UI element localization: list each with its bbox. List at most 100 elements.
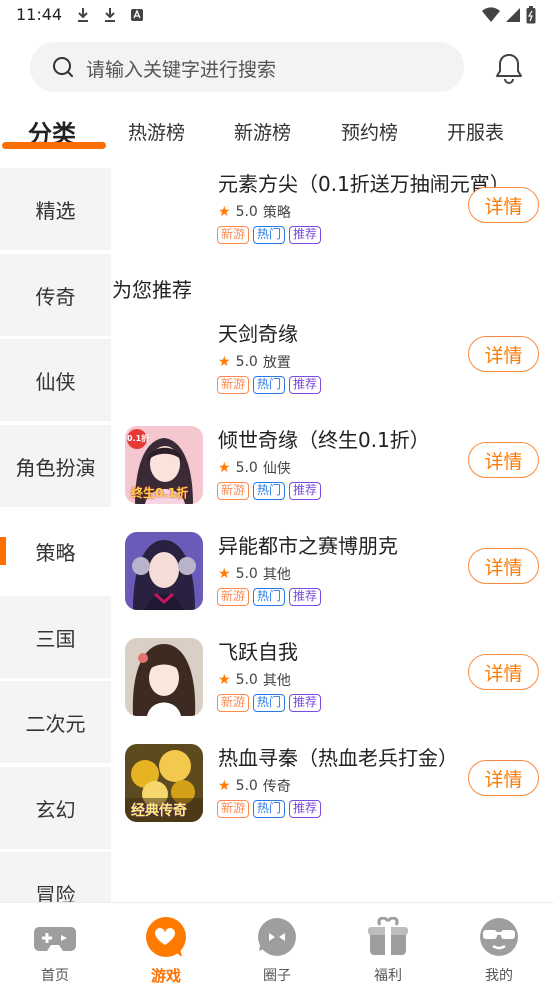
game-name: 热血寻秦（热血老兵打金） bbox=[218, 746, 458, 770]
top-tabs: 分类 热游榜 新游榜 预约榜 开服表 bbox=[0, 108, 554, 158]
tab-reservation[interactable]: 预约榜 bbox=[341, 118, 398, 145]
star-icon: ★ bbox=[218, 672, 231, 688]
game-name: 倾世奇缘（终生0.1折） bbox=[218, 428, 430, 452]
nav-mine[interactable]: 我的 bbox=[459, 913, 539, 984]
profile-glasses-icon bbox=[480, 918, 518, 956]
game-meta: ★ 5.0 放置 bbox=[218, 352, 291, 372]
tag-recommend: 推荐 bbox=[289, 800, 322, 818]
detail-button[interactable]: 详情 bbox=[468, 336, 539, 372]
tag-recommend: 推荐 bbox=[289, 376, 322, 394]
tag-new: 新游 bbox=[217, 694, 250, 712]
category-item-anime[interactable]: 二次元 bbox=[0, 681, 111, 763]
category-item-legend[interactable]: 传奇 bbox=[0, 254, 111, 336]
detail-button[interactable]: 详情 bbox=[468, 442, 539, 478]
game-rating: 5.0 bbox=[235, 354, 258, 370]
detail-button[interactable]: 详情 bbox=[468, 760, 539, 796]
bottom-nav: 首页 游戏 圈子 福利 我的 bbox=[0, 902, 554, 984]
game-list-item[interactable]: 0.1折 终生0.1折 倾世奇缘（终生0.1折） ★ 5.0 仙侠 新游 热门 … bbox=[111, 426, 554, 526]
game-name: 飞跃自我 bbox=[218, 640, 298, 664]
category-sidebar: 精选 传奇 仙侠 角色扮演 策略 三国 二次元 玄幻 冒险 bbox=[0, 168, 111, 902]
category-item-featured[interactable]: 精选 bbox=[0, 168, 111, 250]
search-placeholder: 请输入关键字进行搜索 bbox=[86, 59, 277, 81]
tag-hot: 热门 bbox=[253, 694, 286, 712]
gift-icon bbox=[368, 917, 408, 955]
game-genre: 其他 bbox=[262, 567, 291, 583]
game-meta: ★ 5.0 其他 bbox=[218, 564, 291, 584]
game-rating: 5.0 bbox=[235, 460, 258, 476]
tag-hot: 热门 bbox=[253, 800, 286, 818]
tag-hot: 热门 bbox=[253, 376, 286, 394]
game-rating: 5.0 bbox=[235, 566, 258, 582]
gamepad-icon bbox=[34, 927, 76, 951]
nav-label: 我的 bbox=[485, 968, 513, 984]
category-item-adventure[interactable]: 冒险 bbox=[0, 852, 111, 902]
nav-circle[interactable]: 圈子 bbox=[237, 913, 317, 984]
tag-new: 新游 bbox=[217, 588, 250, 606]
game-icon bbox=[125, 532, 203, 610]
signal-icon bbox=[506, 8, 520, 22]
tag-new: 新游 bbox=[217, 482, 250, 500]
nav-welfare[interactable]: 福利 bbox=[348, 913, 428, 984]
detail-button[interactable]: 详情 bbox=[468, 654, 539, 690]
game-meta: ★ 5.0 策略 bbox=[218, 202, 291, 222]
battery-icon bbox=[526, 6, 536, 24]
star-icon: ★ bbox=[218, 460, 231, 476]
tab-new-games[interactable]: 新游榜 bbox=[234, 118, 291, 145]
game-list-item[interactable]: 经典传奇 热血寻秦（热血老兵打金） ★ 5.0 传奇 新游 热门 推荐 详情 bbox=[111, 744, 554, 844]
category-item-strategy[interactable]: 策略 bbox=[0, 510, 111, 592]
tag-recommend: 推荐 bbox=[289, 482, 322, 500]
detail-button[interactable]: 详情 bbox=[468, 187, 539, 223]
game-list-item[interactable]: 天剑奇缘 ★ 5.0 放置 新游 热门 推荐 详情 bbox=[111, 320, 554, 420]
active-category-marker bbox=[0, 537, 6, 565]
game-tags: 新游 热门 推荐 bbox=[217, 694, 322, 712]
game-meta: ★ 5.0 仙侠 bbox=[218, 458, 291, 478]
bell-icon[interactable] bbox=[494, 52, 524, 84]
nav-games[interactable]: 游戏 bbox=[126, 913, 206, 984]
game-list-item[interactable]: 飞跃自我 ★ 5.0 其他 新游 热门 推荐 详情 bbox=[111, 638, 554, 738]
game-icon-text: 终生0.1折 bbox=[131, 486, 189, 500]
game-genre: 放置 bbox=[262, 355, 291, 371]
game-genre: 传奇 bbox=[262, 779, 291, 795]
game-list-item[interactable]: 元素方尖（0.1折送万抽闹元宵） ★ 5.0 策略 新游 热门 推荐 详情 bbox=[111, 170, 554, 270]
game-icon: 0.1折 终生0.1折 bbox=[125, 426, 203, 504]
search-bar[interactable]: 请输入关键字进行搜索 bbox=[30, 42, 464, 92]
recommend-section-title: 为您推荐 bbox=[112, 278, 192, 302]
tab-hot-games[interactable]: 热游榜 bbox=[128, 118, 185, 145]
status-bar: 11:44 bbox=[0, 0, 554, 30]
download-icon bbox=[78, 8, 88, 22]
nav-home[interactable]: 首页 bbox=[15, 913, 95, 984]
notification-a-icon bbox=[131, 9, 143, 21]
download-icon bbox=[105, 8, 115, 22]
detail-button[interactable]: 详情 bbox=[468, 548, 539, 584]
nav-label: 游戏 bbox=[150, 967, 181, 984]
game-icon-badge: 0.1折 bbox=[127, 434, 150, 443]
category-item-fantasy[interactable]: 玄幻 bbox=[0, 767, 111, 849]
wifi-icon bbox=[482, 7, 500, 23]
game-list-item[interactable]: 异能都市之赛博朋克 ★ 5.0 其他 新游 热门 推荐 详情 bbox=[111, 532, 554, 632]
category-item-three-kingdoms[interactable]: 三国 bbox=[0, 596, 111, 678]
game-meta: ★ 5.0 传奇 bbox=[218, 776, 291, 796]
game-name: 异能都市之赛博朋克 bbox=[218, 534, 398, 558]
game-icon bbox=[125, 638, 203, 716]
game-rating: 5.0 bbox=[235, 204, 258, 220]
category-item-rpg[interactable]: 角色扮演 bbox=[0, 425, 111, 507]
star-icon: ★ bbox=[218, 204, 231, 220]
game-genre: 策略 bbox=[262, 205, 291, 221]
game-icon-text: 经典传奇 bbox=[131, 803, 187, 819]
game-tags: 新游 热门 推荐 bbox=[217, 376, 322, 394]
search-icon bbox=[53, 57, 73, 77]
star-icon: ★ bbox=[218, 566, 231, 582]
active-tab-indicator bbox=[2, 142, 106, 149]
tag-hot: 热门 bbox=[253, 226, 286, 244]
category-item-xianxia[interactable]: 仙侠 bbox=[0, 339, 111, 421]
game-chat-icon bbox=[146, 917, 186, 957]
tag-recommend: 推荐 bbox=[289, 588, 322, 606]
tag-hot: 热门 bbox=[253, 482, 286, 500]
game-genre: 其他 bbox=[262, 673, 291, 689]
game-tags: 新游 热门 推荐 bbox=[217, 588, 322, 606]
tag-recommend: 推荐 bbox=[289, 226, 322, 244]
game-tags: 新游 热门 推荐 bbox=[217, 800, 322, 818]
status-time: 11:44 bbox=[16, 5, 63, 24]
tab-server-list[interactable]: 开服表 bbox=[447, 118, 504, 145]
tag-hot: 热门 bbox=[253, 588, 286, 606]
